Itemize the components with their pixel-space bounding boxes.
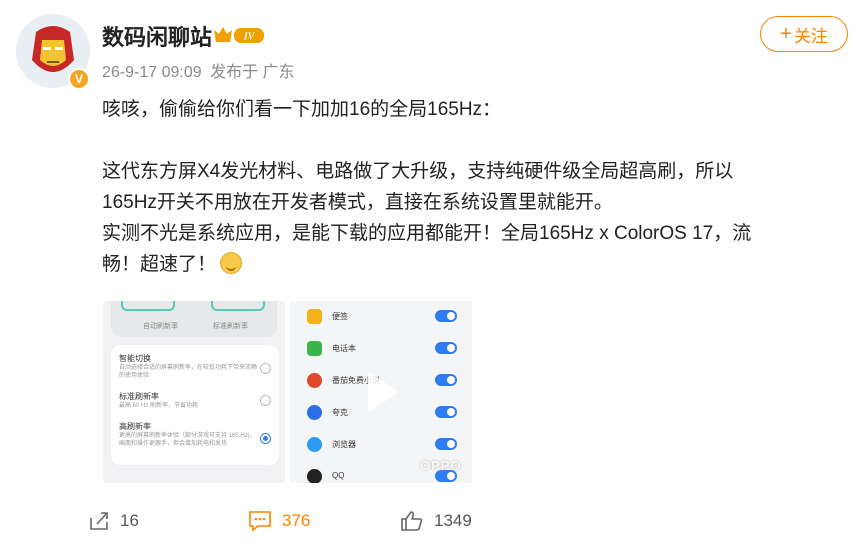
post-time[interactable]: 26-9-17 09:09 [102, 64, 202, 81]
app-toggle[interactable] [435, 342, 457, 354]
app-name: 电话本 [332, 344, 356, 353]
post-text-line: 实测不光是系统应用，是能下载的应用都能开！全局165Hz x ColorOS 1… [102, 218, 832, 249]
verified-badge-icon: V [68, 68, 90, 90]
caption-auto-refresh: 自动刷新率 [143, 323, 178, 330]
app-row: 浏览器 [290, 429, 472, 461]
follow-label: 关注 [793, 26, 828, 46]
plus-icon: + [780, 22, 792, 45]
app-toggle[interactable] [435, 406, 457, 418]
radio-standard-refresh[interactable] [260, 395, 271, 406]
post-source: 发布于 广东 [210, 64, 295, 81]
post-text-line: 165Hz开关不用放在开发者模式，直接在系统设置里就能开。 [102, 192, 613, 213]
caption-standard-refresh: 标准刷新率 [213, 323, 248, 330]
app-name: QQ [332, 471, 345, 480]
smile-emoji-icon [220, 252, 243, 274]
like-count: 1349 [434, 511, 472, 530]
app-name: 夸克 [332, 408, 348, 417]
option-title: 智能切换 [119, 354, 151, 363]
post-content: 咳咳，偷偷给你们看一下加加16的全局165Hz： 这代东方屏X4发光材料、电路做… [102, 94, 832, 280]
vip-level-badge-icon[interactable]: IV [212, 24, 266, 46]
option-title: 高刷新率 [119, 422, 151, 431]
option-desc: 自动选择合适的屏幕刷新率，在较低功耗下带来流畅的使用体验 [119, 365, 258, 379]
thumbs-up-icon [401, 511, 423, 531]
like-button[interactable]: 1349 [400, 510, 472, 532]
username[interactable]: 数码闲聊站 [102, 20, 212, 52]
option-high-refresh[interactable]: 高刷新率 更高的屏幕刷新率体验（部分游戏可支持 165 Hz)，画面和操作更跟手… [119, 421, 259, 448]
comment-button[interactable]: 376 [248, 510, 310, 532]
post-text-line: 这代东方屏X4发光材料、电路做了大升级，支持纯硬件级全局超高刷，所以 [102, 161, 734, 182]
app-name: 便签 [332, 312, 348, 321]
app-toggle[interactable] [435, 438, 457, 450]
option-desc: 最高 60 Hz 刷新率，节省功耗 [119, 403, 199, 409]
post-text-fragment: 畅！超速了！ [102, 254, 217, 275]
post-text-fragment: 实测不光是系统应用，是能下载的应用都能开！全局165Hz x ColorOS 1… [102, 223, 752, 244]
option-title: 标准刷新率 [119, 392, 159, 401]
post-text-line: 畅！超速了！ [102, 249, 832, 280]
video-watermark: OPPO [420, 458, 462, 473]
post-text-line: 咳咳，偷偷给你们看一下加加16的全局165Hz： [102, 99, 502, 120]
quark-icon [307, 405, 322, 420]
qq-icon [307, 469, 322, 483]
browser-icon [307, 437, 322, 452]
notes-icon [307, 309, 322, 324]
radio-high-refresh[interactable] [260, 433, 271, 444]
post-actions: 16 376 1349 [0, 500, 866, 544]
app-row: 电话本 [290, 333, 472, 365]
follow-button[interactable]: + 关注 [760, 16, 848, 52]
option-desc: 更高的屏幕刷新率体验（部分游戏可支持 165 Hz)，画面和操作更跟手，但会增加… [119, 433, 256, 447]
share-button[interactable]: 16 [88, 510, 139, 532]
play-icon[interactable] [364, 372, 398, 412]
app-row: 便签 [290, 301, 472, 333]
option-smart-switch[interactable]: 智能切换 自动选择合适的屏幕刷新率，在较低功耗下带来流畅的使用体验 [119, 353, 259, 380]
comment-count: 376 [282, 511, 311, 530]
post-meta: 26-9-17 09:09 发布于 广东 [102, 58, 299, 82]
app-toggle[interactable] [435, 310, 457, 322]
contacts-icon [307, 341, 322, 356]
app-toggle[interactable] [435, 374, 457, 386]
comment-icon [249, 511, 271, 532]
novel-icon [307, 373, 322, 388]
radio-smart-switch[interactable] [260, 363, 271, 374]
refresh-options-card: 智能切换 自动选择合适的屏幕刷新率，在较低功耗下带来流畅的使用体验 标准刷新率 … [111, 345, 279, 465]
share-count: 16 [120, 511, 139, 530]
refresh-preview-row: 自动刷新率 标准刷新率 [111, 301, 277, 337]
option-standard-refresh[interactable]: 标准刷新率 最高 60 Hz 刷新率，节省功耗 [119, 391, 259, 410]
app-name: 浏览器 [332, 440, 356, 449]
post-image-1[interactable]: 自动刷新率 标准刷新率 智能切换 自动选择合适的屏幕刷新率，在较低功耗下带来流畅… [103, 301, 285, 483]
share-icon [90, 512, 108, 530]
vip-level-text: IV [243, 32, 256, 43]
